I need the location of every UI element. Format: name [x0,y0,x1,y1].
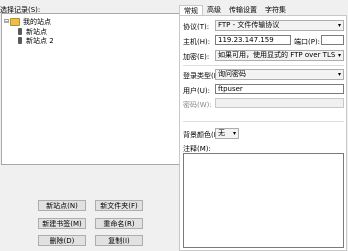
host-label: 主机(H): [183,38,211,46]
new-site-button[interactable]: 新站点(N) [38,200,86,211]
port-input[interactable] [321,35,344,45]
tab-charset[interactable]: 字符集 [261,5,290,15]
comments-textarea[interactable] [183,153,344,248]
encryption-select[interactable]: 如果可用，使用显式的 FTP over TLS ▾ [215,50,344,61]
user-input[interactable]: ftpuser [215,84,344,94]
protocol-label: 协议(T): [183,23,210,31]
chevron-down-icon: ▾ [337,22,341,29]
encryption-value: 如果可用，使用显式的 FTP over TLS [218,51,336,59]
password-label: 密码(W): [183,101,212,109]
protocol-select[interactable]: FTP - 文件传输协议 ▾ [215,20,344,31]
logon-type-value: 询问密码 [218,70,246,78]
encryption-label: 加密(E): [183,53,210,61]
collapse-icon[interactable]: ⊟ [4,18,9,25]
background-color-select[interactable]: 无 ▾ [215,128,239,139]
chevron-down-icon: ▾ [232,130,236,137]
site-tree[interactable]: ⊟ 我的站点 新站点 新站点 2 [1,13,181,165]
chevron-down-icon: ▾ [337,71,341,78]
background-color-value: 无 [218,129,225,137]
new-bookmark-button[interactable]: 新建书签(M) [38,218,86,229]
duplicate-button[interactable]: 复制(I) [95,235,143,246]
divider [183,65,344,66]
rename-button[interactable]: 重命名(R) [95,218,143,229]
server-icon [18,28,22,35]
port-label: 端口(P): [294,38,321,46]
tab-advanced[interactable]: 高级 [203,5,225,15]
logon-type-select[interactable]: 询问密码 ▾ [215,69,344,80]
host-input[interactable]: 119.23.147.159 [215,35,291,45]
folder-icon [10,17,20,26]
new-folder-button[interactable]: 新文件夹(F) [95,200,143,211]
password-input [215,98,344,108]
chevron-down-icon: ▾ [337,52,341,59]
tree-node-site-2[interactable]: 新站点 2 [18,36,54,45]
tree-node-my-sites[interactable]: ⊟ 我的站点 [4,17,51,26]
tree-node-label: 我的站点 [23,17,51,26]
general-panel: 协议(T): FTP - 文件传输协议 ▾ 主机(H): 119.23.147.… [179,15,347,251]
protocol-value: FTP - 文件传输协议 [218,21,280,29]
server-icon [18,37,22,44]
divider [183,121,344,122]
user-label: 用户(U): [183,87,210,95]
delete-button[interactable]: 删除(D) [38,235,86,246]
tab-transfer-settings[interactable]: 传输设置 [225,5,261,15]
tree-node-label: 新站点 2 [26,36,54,45]
